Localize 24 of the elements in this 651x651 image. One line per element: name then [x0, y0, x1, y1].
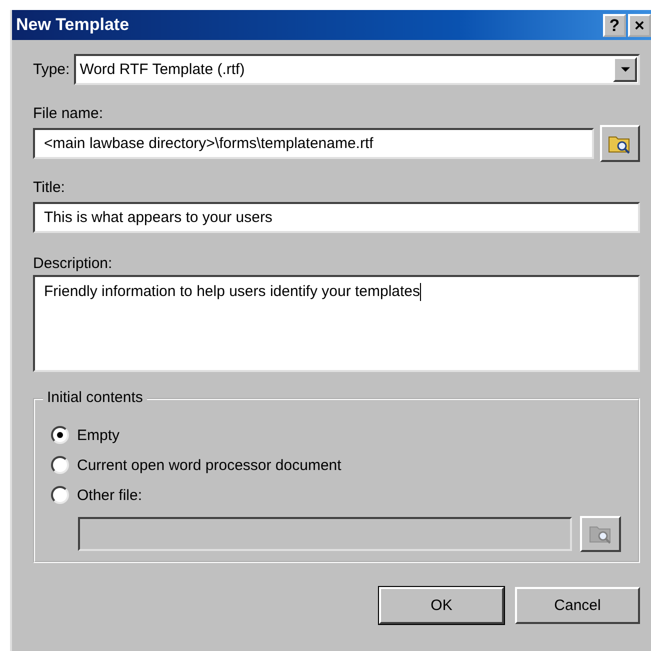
- field-label: File name:: [33, 105, 104, 122]
- type-dropdown[interactable]: Word RTF Template (.rtf): [74, 54, 640, 85]
- dropdown-arrow-button[interactable]: [613, 57, 637, 82]
- radio-button[interactable]: [51, 456, 69, 474]
- input-field[interactable]: This is what appears to your users: [33, 202, 640, 233]
- ok-button[interactable]: OK: [379, 587, 504, 624]
- field-label: Description:: [33, 255, 112, 272]
- browse-button[interactable]: [580, 516, 621, 552]
- radio-label[interactable]: Current open word processor document: [77, 456, 342, 474]
- close-button[interactable]: ×: [628, 14, 651, 36]
- radio-button[interactable]: [51, 486, 69, 504]
- input-field[interactable]: <main lawbase directory>\forms\templatename.rtf: [33, 128, 594, 159]
- text-area[interactable]: Friendly information to help users identify your templates: [33, 275, 640, 372]
- text-cursor: [420, 283, 422, 301]
- window-title: New Template: [16, 15, 130, 35]
- field-label: Title:: [33, 179, 65, 196]
- caret-icon: [620, 67, 630, 72]
- field-label: Type:: [33, 61, 70, 78]
- radio-button[interactable]: [51, 426, 69, 444]
- help-button[interactable]: ?: [603, 14, 626, 36]
- browse-button[interactable]: [600, 125, 640, 162]
- radio-label[interactable]: Other file:: [77, 486, 142, 504]
- cancel-button[interactable]: Cancel: [515, 587, 640, 624]
- radio-label[interactable]: Empty: [77, 426, 120, 444]
